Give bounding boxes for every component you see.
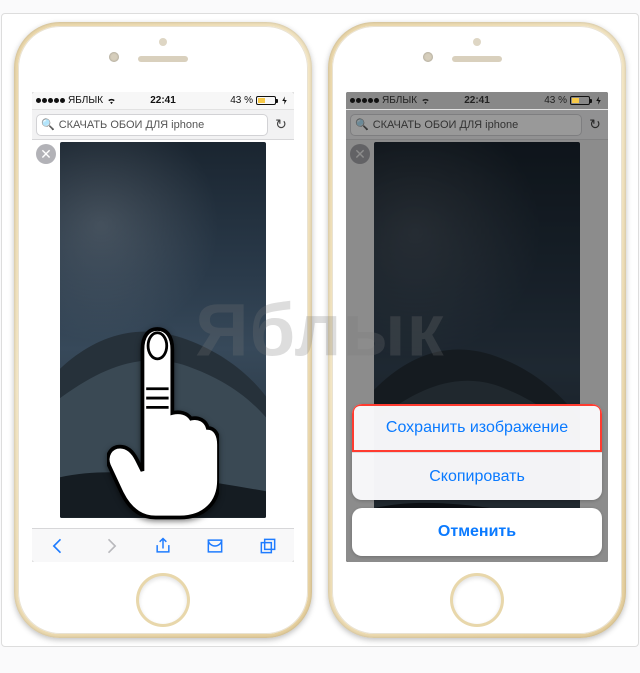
safari-toolbar (32, 528, 294, 562)
close-icon: ✕ (350, 144, 370, 164)
home-button[interactable] (139, 576, 187, 624)
cancel-button[interactable]: Отменить (352, 508, 602, 556)
reload-icon[interactable]: ↻ (272, 116, 290, 133)
signal-dots-icon (36, 98, 65, 103)
back-icon[interactable] (48, 536, 68, 556)
reload-icon: ↻ (586, 116, 604, 133)
forward-icon (101, 536, 121, 556)
screen-left: ЯБЛЫК 22:41 43 % 🔍 СКАЧАТЬ ОБОИ ДЛЯ ipho… (32, 92, 294, 562)
status-time: 22:41 (464, 95, 490, 106)
page-content: ✕ (32, 140, 294, 528)
wifi-icon (420, 95, 431, 106)
battery-percent: 43 % (544, 95, 567, 106)
address-bar: 🔍 СКАЧАТЬ ОБОИ ДЛЯ iphone ↻ (346, 110, 608, 140)
home-button[interactable] (453, 576, 501, 624)
carrier-name: ЯБЛЫК (382, 95, 417, 106)
search-field[interactable]: 🔍 СКАЧАТЬ ОБОИ ДЛЯ iphone (36, 114, 268, 136)
screen-right: ЯБЛЫК 22:41 43 % 🔍 СКАЧАТЬ ОБОИ ДЛЯ ipho… (346, 92, 608, 562)
search-icon: 🔍 (41, 118, 55, 131)
action-sheet: Сохранить изображение Скопировать Отмени… (352, 404, 602, 556)
search-field: 🔍 СКАЧАТЬ ОБОИ ДЛЯ iphone (350, 114, 582, 136)
close-icon[interactable]: ✕ (36, 144, 56, 164)
tabs-icon[interactable] (258, 536, 278, 556)
copy-button[interactable]: Скопировать (352, 452, 602, 500)
battery-percent: 43 % (230, 95, 253, 106)
search-text: СКАЧАТЬ ОБОИ ДЛЯ iphone (59, 119, 205, 131)
bookmarks-icon[interactable] (205, 536, 225, 556)
phone-right: ЯБЛЫК 22:41 43 % 🔍 СКАЧАТЬ ОБОИ ДЛЯ ipho… (328, 22, 626, 638)
wifi-icon (106, 95, 117, 106)
share-icon[interactable] (153, 536, 173, 556)
address-bar: 🔍 СКАЧАТЬ ОБОИ ДЛЯ iphone ↻ (32, 110, 294, 140)
save-image-button[interactable]: Сохранить изображение (352, 404, 602, 452)
search-icon: 🔍 (355, 118, 369, 131)
carrier-name: ЯБЛЫК (68, 95, 103, 106)
charging-icon (593, 95, 604, 106)
signal-dots-icon (350, 98, 379, 103)
battery-icon (256, 96, 276, 105)
charging-icon (279, 95, 290, 106)
phone-left: ЯБЛЫК 22:41 43 % 🔍 СКАЧАТЬ ОБОИ ДЛЯ ipho… (14, 22, 312, 638)
status-time: 22:41 (150, 95, 176, 106)
battery-icon (570, 96, 590, 105)
search-text: СКАЧАТЬ ОБОИ ДЛЯ iphone (373, 119, 519, 131)
status-bar: ЯБЛЫК 22:41 43 % (346, 92, 608, 110)
status-bar: ЯБЛЫК 22:41 43 % (32, 92, 294, 110)
tap-gesture-icon (107, 314, 219, 524)
